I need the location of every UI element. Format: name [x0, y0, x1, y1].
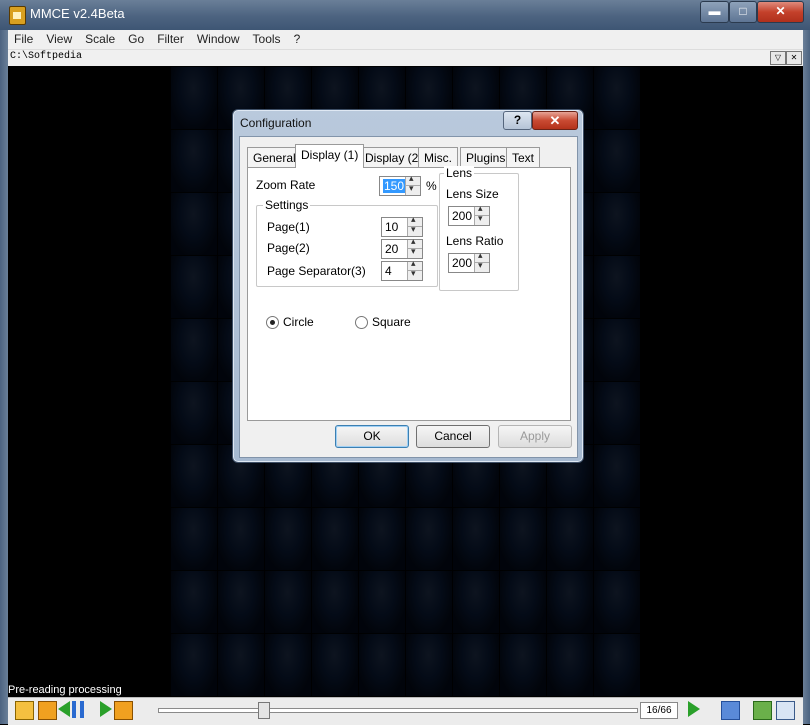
tab-misc[interactable]: Misc.	[418, 147, 458, 167]
image-icon[interactable]	[753, 701, 772, 720]
window-border-right	[803, 30, 810, 724]
bottom-toolbar: 16/66	[8, 697, 803, 725]
page2-spinner[interactable]: 20	[381, 236, 423, 259]
zoom-rate-spinner[interactable]: 150	[379, 173, 421, 196]
menu-window[interactable]: Window	[191, 30, 247, 46]
dialog-title: Configuration	[240, 116, 312, 130]
page-slider-track[interactable]	[158, 708, 638, 713]
circle-radio[interactable]	[266, 316, 279, 329]
close-button[interactable]: ✕	[757, 1, 804, 23]
menu-filter[interactable]: Filter	[151, 30, 191, 46]
status-text: Pre-reading processing	[8, 684, 122, 696]
path-bar: C:\Softpedia ▽ ✕	[8, 49, 803, 66]
cancel-button[interactable]: Cancel	[416, 425, 490, 448]
menu-view[interactable]: View	[40, 30, 79, 46]
page1-spinner[interactable]: 10	[381, 214, 423, 237]
current-path: C:\Softpedia	[10, 51, 83, 62]
lens-group-title: Lens	[444, 166, 475, 180]
spinner-arrows-icon[interactable]	[407, 258, 422, 280]
page-separator-value: 4	[385, 264, 392, 278]
maximize-button[interactable]: □	[729, 1, 757, 23]
configuration-dialog: Configuration ? ✕ General Display (1) Di…	[232, 109, 584, 463]
dialog-close-button[interactable]: ✕	[532, 111, 578, 130]
ok-button[interactable]: OK	[335, 425, 409, 448]
menu-help[interactable]: ?	[288, 30, 308, 46]
settings-group-title: Settings	[263, 198, 311, 212]
folder-back-icon[interactable]	[38, 701, 57, 720]
lens-ratio-label: Lens Ratio	[446, 234, 504, 248]
tab-plugins[interactable]: Plugins	[460, 147, 512, 167]
play-icon[interactable]	[688, 701, 700, 717]
menu-tools[interactable]: Tools	[247, 30, 288, 46]
dialog-body: General Display (1) Display (2) Misc. Pl…	[239, 136, 578, 458]
fit-icon[interactable]	[721, 701, 740, 720]
lens-ratio-value: 200	[452, 256, 473, 270]
square-label: Square	[372, 315, 411, 329]
menu-file[interactable]: File	[8, 30, 40, 46]
previous-icon[interactable]	[58, 701, 70, 717]
menu-scale[interactable]: Scale	[79, 30, 122, 46]
minimize-button[interactable]: ▬	[700, 1, 729, 23]
page2-value: 20	[385, 242, 399, 256]
fullscreen-icon[interactable]	[776, 701, 795, 720]
zoom-rate-unit: %	[426, 179, 437, 193]
spinner-arrows-icon[interactable]	[407, 214, 422, 236]
menu-go[interactable]: Go	[122, 30, 151, 46]
page-slider-thumb[interactable]	[258, 702, 270, 719]
menu-bar: File View Scale Go Filter Window Tools?	[8, 30, 803, 49]
spinner-arrows-icon[interactable]	[474, 203, 489, 225]
page1-value: 10	[385, 220, 399, 234]
folder-forward-icon[interactable]	[114, 701, 133, 720]
open-icon[interactable]	[15, 701, 34, 720]
page-separator-spinner[interactable]: 4	[381, 258, 423, 281]
spinner-arrows-icon[interactable]	[405, 173, 420, 195]
lens-size-spinner[interactable]: 200	[448, 203, 490, 226]
spinner-arrows-icon[interactable]	[407, 236, 422, 258]
window-title: MMCE v2.4Beta	[30, 6, 125, 21]
page2-label: Page(2)	[267, 241, 310, 255]
lens-group: Lens Lens Size 200 Lens Ratio 200	[439, 166, 519, 291]
zoom-rate-value: 150	[383, 179, 406, 193]
lens-ratio-spinner[interactable]: 200	[448, 250, 490, 273]
next-icon[interactable]	[100, 701, 112, 717]
window-border-left	[0, 30, 8, 724]
tab-general[interactable]: General	[247, 147, 302, 167]
zoom-rate-label: Zoom Rate	[256, 178, 316, 192]
page-separator-label: Page Separator(3)	[267, 264, 366, 278]
title-bar: MMCE v2.4Beta ▬ □ ✕	[0, 0, 810, 30]
dropdown-icon[interactable]: ▽	[770, 51, 786, 65]
app-icon	[9, 6, 26, 25]
close-path-icon[interactable]: ✕	[786, 51, 802, 65]
page-counter: 16/66	[640, 702, 678, 719]
pause-icon[interactable]	[72, 701, 84, 718]
dialog-help-button[interactable]: ?	[503, 111, 532, 130]
apply-button[interactable]: Apply	[498, 425, 572, 448]
lens-size-value: 200	[452, 209, 473, 223]
tab-display-1[interactable]: Display (1)	[295, 144, 365, 168]
settings-group: Settings Page(1) 10 Page(2) 20 Page Sepa…	[256, 198, 438, 287]
display-1-panel: Zoom Rate 150 % Settings Page(1) 10 Page…	[247, 166, 571, 421]
lens-size-label: Lens Size	[446, 187, 499, 201]
tab-text[interactable]: Text	[506, 147, 541, 167]
spinner-arrows-icon[interactable]	[474, 250, 489, 272]
page1-label: Page(1)	[267, 220, 310, 234]
square-radio[interactable]	[355, 316, 368, 329]
circle-label: Circle	[283, 315, 314, 329]
